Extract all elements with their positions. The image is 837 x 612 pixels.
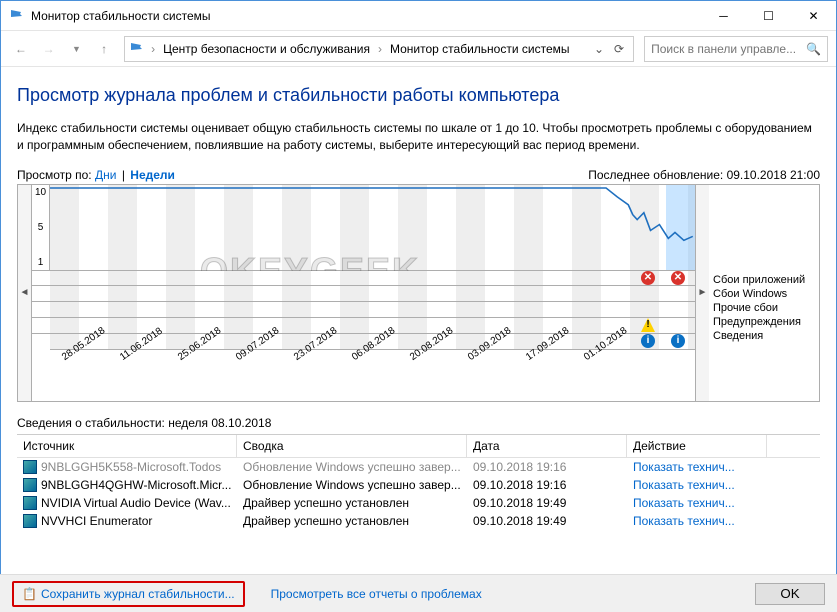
navbar: ← → ▼ ↑ › Центр безопасности и обслужива…	[1, 31, 836, 67]
page-title: Просмотр журнала проблем и стабильности …	[17, 85, 820, 106]
flag-icon	[9, 8, 25, 24]
details-header: Сведения о стабильности: неделя 08.10.20…	[17, 412, 820, 435]
table-row[interactable]: NVIDIA Virtual Audio Device (Wav... Драй…	[17, 494, 820, 512]
events-table: Источник Сводка Дата Действие 9NBLGGH5K5…	[17, 435, 820, 530]
table-row[interactable]: 9NBLGGH4QGHW-Microsoft.Micr... Обновлени…	[17, 476, 820, 494]
scroll-left-button[interactable]: ◄	[18, 185, 32, 401]
flag-icon	[129, 41, 145, 57]
item-icon	[23, 496, 37, 510]
search-box[interactable]: 🔍	[644, 36, 828, 62]
item-icon	[23, 478, 37, 492]
action-link[interactable]: Показать технич...	[633, 496, 735, 510]
action-link[interactable]: Показать технич...	[633, 460, 735, 474]
col-summary[interactable]: Сводка	[237, 435, 467, 457]
view-days-link[interactable]: Дни	[95, 168, 116, 182]
row-windows-failures[interactable]	[32, 286, 695, 302]
breadcrumb-dropdown[interactable]: ⌄	[589, 42, 609, 56]
chart-legend: Сбои приложений Сбои Windows Прочие сбои…	[709, 185, 819, 401]
up-button[interactable]: ↑	[92, 37, 116, 61]
forward-button[interactable]: →	[37, 37, 61, 61]
warning-icon: !	[641, 318, 655, 332]
col-action[interactable]: Действие	[627, 435, 767, 457]
chevron-right-icon[interactable]: ›	[376, 42, 384, 56]
breadcrumb-item-2[interactable]: Монитор стабильности системы	[384, 40, 576, 58]
titlebar: Монитор стабильности системы ─ ☐ ✕	[1, 1, 836, 31]
plot-area[interactable]: OKEYGEEK	[50, 185, 695, 270]
item-icon	[23, 460, 37, 474]
table-row[interactable]: NVVHCI Enumerator Драйвер успешно устано…	[17, 512, 820, 530]
row-app-failures[interactable]: ✕ ✕	[32, 271, 695, 287]
col-source[interactable]: Источник	[17, 435, 237, 457]
view-all-reports-link[interactable]: Просмотреть все отчеты о проблемах	[263, 583, 490, 605]
scroll-right-button[interactable]: ►	[695, 185, 709, 401]
error-icon: ✕	[671, 271, 685, 285]
chevron-right-icon[interactable]: ›	[149, 42, 157, 56]
error-icon: ✕	[641, 271, 655, 285]
breadcrumb[interactable]: › Центр безопасности и обслуживания › Мо…	[124, 36, 634, 62]
recent-dropdown[interactable]: ▼	[65, 37, 89, 61]
page-description: Индекс стабильности системы оценивает об…	[17, 120, 820, 154]
view-mode: Просмотр по: Дни | Недели	[17, 168, 175, 182]
ok-button[interactable]: OK	[755, 583, 825, 605]
maximize-button[interactable]: ☐	[746, 1, 791, 30]
item-icon	[23, 514, 37, 528]
minimize-button[interactable]: ─	[701, 1, 746, 30]
window-title: Монитор стабильности системы	[31, 9, 701, 23]
row-warnings[interactable]: !	[32, 318, 695, 334]
back-button[interactable]: ←	[9, 37, 33, 61]
col-date[interactable]: Дата	[467, 435, 627, 457]
copy-icon: 📋	[22, 587, 37, 601]
info-icon: i	[671, 334, 685, 348]
action-link[interactable]: Показать технич...	[633, 478, 735, 492]
breadcrumb-item-1[interactable]: Центр безопасности и обслуживания	[157, 40, 376, 58]
info-icon: i	[641, 334, 655, 348]
search-input[interactable]	[651, 42, 806, 56]
view-weeks-link[interactable]: Недели	[130, 168, 175, 182]
refresh-button[interactable]: ⟳	[609, 42, 629, 56]
y-axis: 10 5 1	[32, 185, 50, 270]
footer: 📋 Сохранить журнал стабильности... Просм…	[0, 574, 837, 612]
search-icon[interactable]: 🔍	[806, 42, 821, 56]
action-link[interactable]: Показать технич...	[633, 514, 735, 528]
reliability-chart: ◄ 10 5 1 OKEYGEEK ✕ ✕	[17, 184, 820, 402]
view-label: Просмотр по:	[17, 168, 92, 182]
x-axis: 28.05.2018 11.06.2018 25.06.2018 09.07.2…	[50, 349, 695, 399]
save-report-link[interactable]: 📋 Сохранить журнал стабильности...	[12, 581, 245, 607]
table-row[interactable]: 9NBLGGH5K558-Microsoft.Todos Обновление …	[17, 458, 820, 476]
close-button[interactable]: ✕	[791, 1, 836, 30]
row-other-failures[interactable]	[32, 302, 695, 318]
last-update: Последнее обновление: 09.10.2018 21:00	[588, 168, 820, 182]
